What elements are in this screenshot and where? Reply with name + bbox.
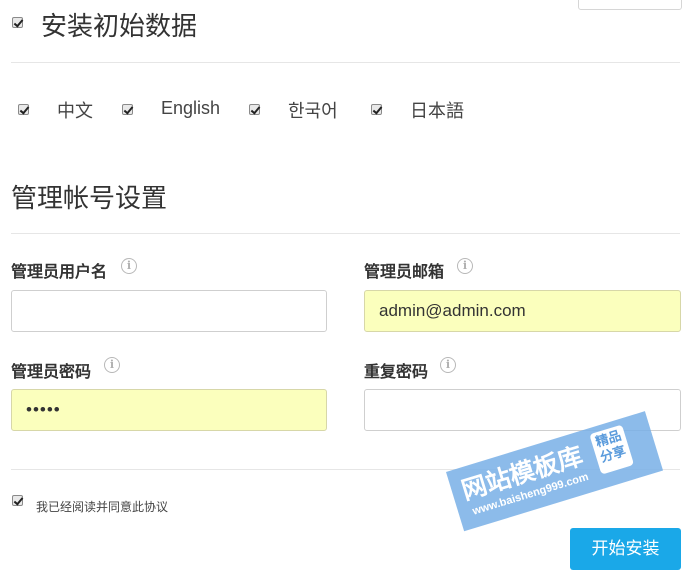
lang-zh-checkbox[interactable] <box>18 104 29 115</box>
info-icon[interactable]: i <box>440 357 456 373</box>
password-label: 管理员密码 <box>11 362 92 381</box>
lang-en-checkbox[interactable] <box>122 104 133 115</box>
agree-checkbox[interactable] <box>12 495 23 506</box>
start-install-button[interactable]: 开始安装 <box>570 528 681 570</box>
lang-ja-label: 日本語 <box>410 101 464 122</box>
info-icon[interactable]: i <box>104 357 120 373</box>
install-data-label: 安装初始数据 <box>41 12 198 42</box>
email-label: 管理员邮箱 <box>364 262 445 281</box>
lang-zh-label: 中文 <box>57 101 93 122</box>
info-icon[interactable]: i <box>457 258 473 274</box>
password-input[interactable]: ••••• <box>11 389 327 431</box>
email-input[interactable]: admin@admin.com <box>364 290 681 332</box>
admin-section-title: 管理帐号设置 <box>11 184 168 214</box>
lang-en-label: English <box>161 98 221 118</box>
lang-ko-checkbox[interactable] <box>249 104 260 115</box>
username-label: 管理员用户名 <box>11 262 108 281</box>
top-right-control[interactable] <box>578 0 682 10</box>
username-input[interactable] <box>11 290 327 332</box>
install-data-checkbox[interactable] <box>12 17 23 28</box>
lang-ja-checkbox[interactable] <box>371 104 382 115</box>
agree-label: 我已经阅读并同意此协议 <box>36 500 169 514</box>
repeat-password-label: 重复密码 <box>364 362 429 381</box>
info-icon[interactable]: i <box>121 258 137 274</box>
lang-ko-label: 한국어 <box>288 101 338 122</box>
divider <box>11 62 680 63</box>
divider <box>11 233 680 234</box>
